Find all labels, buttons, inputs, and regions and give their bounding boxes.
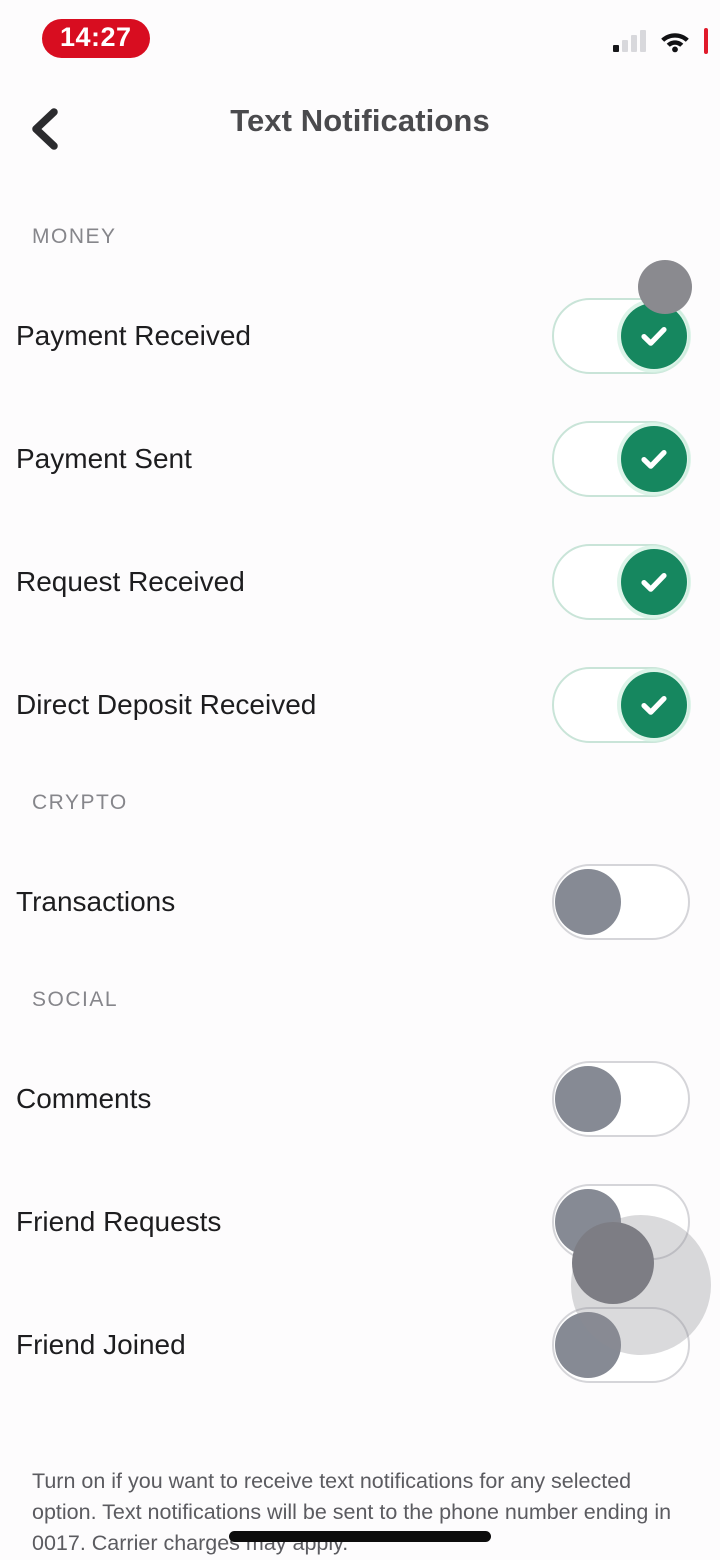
toggle-knob bbox=[555, 1311, 621, 1378]
toggle-payment-received[interactable] bbox=[552, 297, 690, 374]
toggle-knob bbox=[621, 425, 687, 492]
row-label: Payment Received bbox=[16, 319, 252, 351]
notification-settings-list: MONEY Payment Received Payment Sent Requ… bbox=[0, 200, 720, 1406]
row-label: Friend Joined bbox=[16, 1328, 186, 1360]
toggle-comments[interactable] bbox=[552, 1060, 690, 1137]
check-icon bbox=[641, 695, 667, 715]
wifi-icon bbox=[661, 33, 689, 53]
row-request-received[interactable]: Request Received bbox=[0, 520, 720, 643]
toggle-knob bbox=[555, 1188, 621, 1255]
toggle-payment-sent[interactable] bbox=[552, 420, 690, 497]
toggle-friend-joined[interactable] bbox=[552, 1306, 690, 1383]
row-direct-deposit-received[interactable]: Direct Deposit Received bbox=[0, 643, 720, 766]
row-payment-sent[interactable]: Payment Sent bbox=[0, 397, 720, 520]
status-bar: 14:27 bbox=[0, 0, 720, 78]
row-friend-requests[interactable]: Friend Requests bbox=[0, 1160, 720, 1283]
section-header-crypto: CRYPTO bbox=[32, 791, 128, 814]
toggle-knob bbox=[621, 302, 687, 369]
status-icons bbox=[613, 28, 708, 54]
toggle-knob bbox=[621, 671, 687, 738]
row-friend-joined[interactable]: Friend Joined bbox=[0, 1283, 720, 1406]
recording-time-badge: 14:27 bbox=[42, 19, 150, 58]
row-label: Request Received bbox=[16, 565, 245, 597]
row-transactions[interactable]: Transactions bbox=[0, 840, 720, 963]
check-icon bbox=[641, 449, 667, 469]
toggle-request-received[interactable] bbox=[552, 543, 690, 620]
home-indicator bbox=[229, 1531, 491, 1542]
row-label: Transactions bbox=[16, 885, 176, 917]
cellular-signal-icon bbox=[613, 30, 646, 52]
toggle-knob bbox=[555, 1065, 621, 1132]
toggle-direct-deposit-received[interactable] bbox=[552, 666, 690, 743]
section-header-money: MONEY bbox=[32, 225, 117, 248]
toggle-transactions[interactable] bbox=[552, 863, 690, 940]
row-label: Comments bbox=[16, 1082, 152, 1114]
battery-icon bbox=[704, 28, 708, 54]
row-label: Direct Deposit Received bbox=[16, 688, 317, 720]
toggle-knob bbox=[621, 548, 687, 615]
row-payment-received[interactable]: Payment Received bbox=[0, 274, 720, 397]
page-title: Text Notifications bbox=[230, 103, 490, 138]
toggle-friend-requests[interactable] bbox=[552, 1183, 690, 1260]
footer-note: Turn on if you want to receive text noti… bbox=[32, 1469, 672, 1556]
check-icon bbox=[641, 326, 667, 346]
row-label: Payment Sent bbox=[16, 442, 192, 474]
row-label: Friend Requests bbox=[16, 1205, 222, 1237]
section-header-social: SOCIAL bbox=[32, 988, 119, 1011]
app-header: Text Notifications bbox=[0, 95, 720, 161]
check-icon bbox=[641, 572, 667, 592]
row-comments[interactable]: Comments bbox=[0, 1037, 720, 1160]
toggle-knob bbox=[555, 868, 621, 935]
